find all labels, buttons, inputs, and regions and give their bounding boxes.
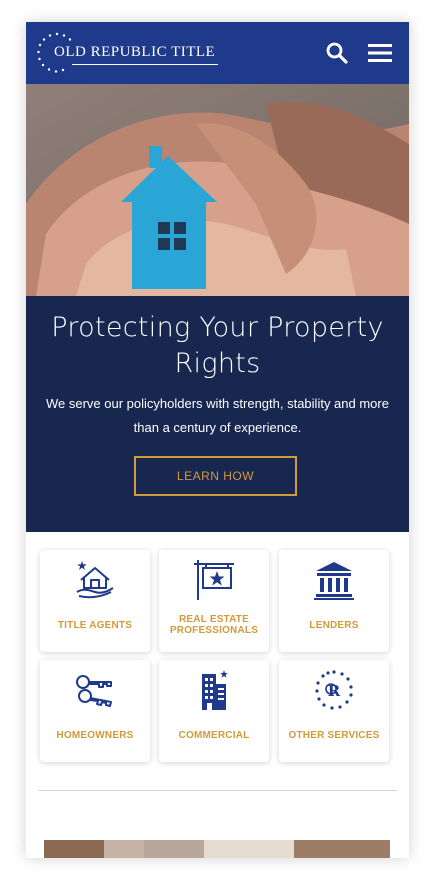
tile-real-estate-professionals[interactable]: REAL ESTATE PROFESSIONALS: [159, 550, 269, 652]
bank-icon: [314, 562, 354, 600]
bottom-photo: [44, 840, 390, 858]
tile-label: TITLE AGENTS: [57, 620, 133, 631]
star-sign-icon: [194, 560, 234, 600]
tile-other-services[interactable]: R OTHER SERVICES: [279, 660, 389, 762]
brand-name: OLD REPUBLIC TITLE: [54, 44, 216, 60]
hero-image: [26, 84, 409, 296]
site-header: OLD REPUBLIC TITLE: [26, 22, 409, 84]
office-building-icon: [202, 670, 228, 710]
tile-label: LENDERS: [309, 620, 359, 631]
keys-icon: [76, 675, 112, 707]
hero-subtitle: We serve our policyholders with strength…: [46, 396, 389, 435]
tile-label: OTHER SERVICES: [288, 730, 380, 741]
tile-label: REAL ESTATE PROFESSIONALS: [169, 614, 259, 636]
tile-label: COMMERCIAL: [178, 730, 250, 741]
or-seal-icon: R: [315, 670, 353, 710]
brand-underline: [72, 64, 218, 65]
hero-banner: Protecting Your Property Rights We serve…: [26, 296, 409, 532]
mobile-page: OLD REPUBLIC TITLE Protecting Your Prope…: [26, 22, 409, 858]
tile-homeowners[interactable]: HOMEOWNERS: [40, 660, 150, 762]
house-in-hand-icon: [76, 561, 114, 599]
site-logo[interactable]: OLD REPUBLIC TITLE: [34, 30, 224, 76]
hero-title: Protecting Your Property Rights: [51, 312, 384, 379]
hamburger-menu-icon[interactable]: [366, 40, 394, 66]
tile-title-agents[interactable]: TITLE AGENTS: [40, 550, 150, 652]
tile-commercial[interactable]: COMMERCIAL: [159, 660, 269, 762]
tile-lenders[interactable]: LENDERS: [279, 550, 389, 652]
learn-how-button[interactable]: LEARN HOW: [134, 456, 297, 496]
section-divider: [38, 790, 397, 791]
search-icon[interactable]: [324, 40, 350, 66]
tile-label: HOMEOWNERS: [56, 730, 134, 741]
